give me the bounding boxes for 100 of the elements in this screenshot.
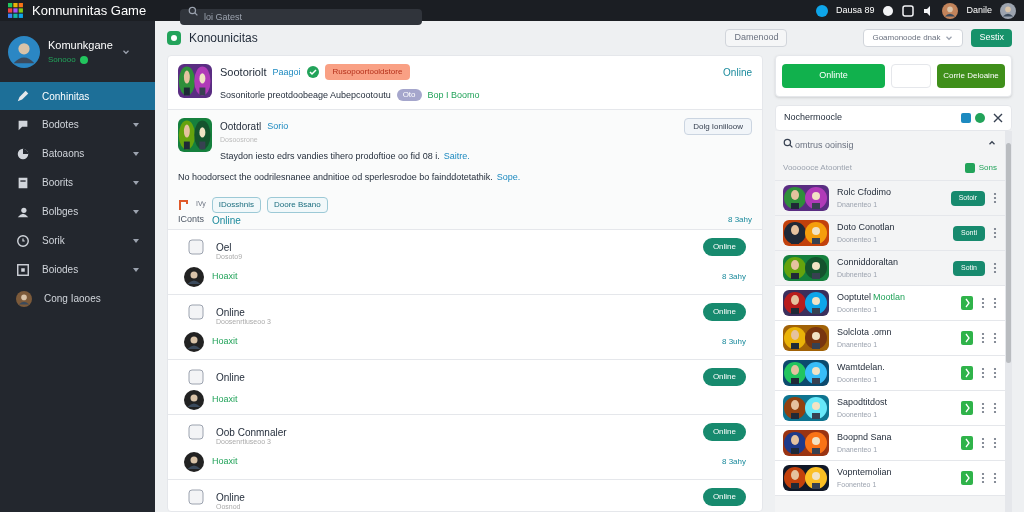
play-icon[interactable] <box>961 296 973 310</box>
user-name: Danile <box>966 3 992 17</box>
section-title: Voooooce Atoontiet <box>783 161 853 174</box>
primary-button[interactable]: Sestix <box>971 29 1012 47</box>
chip: Oto <box>396 89 422 102</box>
author-link[interactable]: Sorio <box>267 119 289 134</box>
game-name: Boopnd Sana <box>837 431 892 444</box>
more-icon[interactable] <box>981 332 985 344</box>
post-text: Sosonitorle preotdoobeage Aubepcootoutu <box>220 88 391 102</box>
avatar-icon <box>942 2 959 19</box>
search-icon <box>783 138 793 148</box>
page-title: Konounicitas <box>189 30 259 47</box>
chat-badge-icon <box>167 31 181 45</box>
action-button[interactable]: Corrie Deloaine <box>937 64 1005 88</box>
sidebar-item[interactable]: Conhinitas <box>0 82 155 110</box>
grid-icon <box>16 262 30 277</box>
online-button[interactable]: Online <box>702 488 746 506</box>
checkbox-icon[interactable] <box>188 304 204 320</box>
sidebar-item[interactable]: Cong Iaooes <box>0 284 155 313</box>
game-name-accent: Mootlan <box>873 291 906 304</box>
sidebar-item[interactable]: Bolbges <box>0 197 155 226</box>
post-link[interactable]: Sope. <box>496 171 521 185</box>
item-title: Online <box>216 370 245 385</box>
post-text: Staydon iesto edrs vandies tihero prodoftioe oo fid 08 i. <box>220 149 440 163</box>
menu-button[interactable]: Dolg Ioniiloow <box>684 118 752 135</box>
item-tag: Hoaxit <box>212 269 238 284</box>
game-name: Conniddoraltan <box>837 256 899 269</box>
more-icon[interactable] <box>993 262 997 274</box>
caret-icon <box>133 208 139 215</box>
checkbox-icon[interactable] <box>188 239 204 255</box>
avatar-icon <box>1000 2 1016 19</box>
avatar-icon <box>184 266 204 287</box>
more-icon[interactable] <box>993 332 997 344</box>
tag-badge: Rusopoortooldstore <box>324 64 411 81</box>
more-icon[interactable] <box>993 367 997 379</box>
notice-title: Nochermoocle <box>784 111 844 125</box>
more-icon[interactable] <box>993 402 997 414</box>
sidebar-label: Conhinitas <box>42 89 91 104</box>
author-link[interactable]: Paagoi <box>272 65 301 79</box>
sidebar-label: Sorik <box>42 234 66 248</box>
sidebar-item[interactable]: Boorits <box>0 168 155 197</box>
more-icon[interactable] <box>981 297 985 309</box>
more-icon[interactable] <box>993 297 997 309</box>
online-button[interactable]: Online <box>702 368 746 386</box>
input-field[interactable] <box>891 64 931 88</box>
profile-status: Sonooo <box>48 53 76 66</box>
sort-dropdown[interactable]: Goamonoode dnak <box>863 29 964 47</box>
window-icon[interactable] <box>902 4 915 17</box>
pen-icon <box>16 89 30 103</box>
game-name: Rolc Cfodimo <box>837 186 892 199</box>
sidebar-item[interactable]: Boiodes <box>0 255 155 284</box>
plain-button[interactable]: Damenood <box>725 29 788 47</box>
more-icon[interactable] <box>993 227 997 239</box>
sidebar-label: Cong Iaooes <box>44 292 102 306</box>
status-text: Online <box>212 213 241 228</box>
play-icon[interactable] <box>961 436 973 450</box>
more-icon[interactable] <box>993 472 997 484</box>
list-item[interactable]: Online Online Hoaxit <box>168 360 762 415</box>
author-name: Ootdoratl <box>220 120 262 134</box>
game-name: Vopntemolian <box>837 466 892 479</box>
more-icon[interactable] <box>981 437 985 449</box>
more-icon[interactable] <box>981 367 985 379</box>
more-icon[interactable] <box>981 472 985 484</box>
grid-logo-icon <box>8 2 24 19</box>
checkbox-icon[interactable] <box>188 424 204 440</box>
checkbox-icon[interactable] <box>188 369 204 385</box>
sidebar-label: Boiodes <box>42 263 80 277</box>
avatar-icon <box>16 290 32 307</box>
search-field[interactable]: loi Gatest <box>180 8 422 25</box>
outline-button[interactable]: Doore Bsano <box>267 196 328 213</box>
play-icon[interactable] <box>961 331 973 345</box>
time-text: 8 3uhy <box>721 335 746 348</box>
play-icon[interactable] <box>961 366 973 380</box>
item-title: Online <box>216 490 245 504</box>
play-icon[interactable] <box>961 471 973 485</box>
online-button[interactable]: Online <box>702 238 746 256</box>
more-icon[interactable] <box>981 402 985 414</box>
sidebar-item[interactable]: Bodotes <box>0 110 155 139</box>
clock-icon <box>16 233 30 248</box>
item-tag: Hoaxit <box>212 454 238 469</box>
sidebar-item[interactable]: Batoaons <box>0 139 155 168</box>
post-text: No hoodorsect the oodrilesnanee andnitioe od sperlesrodoe bo fainddotetathik. <box>178 171 493 184</box>
more-icon[interactable] <box>993 192 997 204</box>
online-button[interactable]: Online <box>702 303 746 321</box>
app-title: Konnuninitas Game <box>32 1 148 20</box>
post-link[interactable]: Saitre. <box>443 149 470 163</box>
scroll-thumb[interactable] <box>1006 143 1011 363</box>
search-icon <box>188 5 198 16</box>
avatar-icon <box>184 390 204 410</box>
game-name: Wamtdelan. <box>837 361 885 374</box>
game-name: Doto Conotlan <box>837 221 895 234</box>
online-button[interactable]: Online <box>702 423 746 441</box>
sidebar-item[interactable]: Sorik <box>0 226 155 255</box>
avatar-icon <box>184 331 204 352</box>
close-icon[interactable] <box>993 113 1003 123</box>
play-icon[interactable] <box>961 401 973 415</box>
checkbox-icon[interactable] <box>188 489 204 505</box>
outline-button[interactable]: IDosshnis <box>211 196 261 213</box>
more-icon[interactable] <box>993 437 997 449</box>
avatar-icon <box>184 451 204 472</box>
